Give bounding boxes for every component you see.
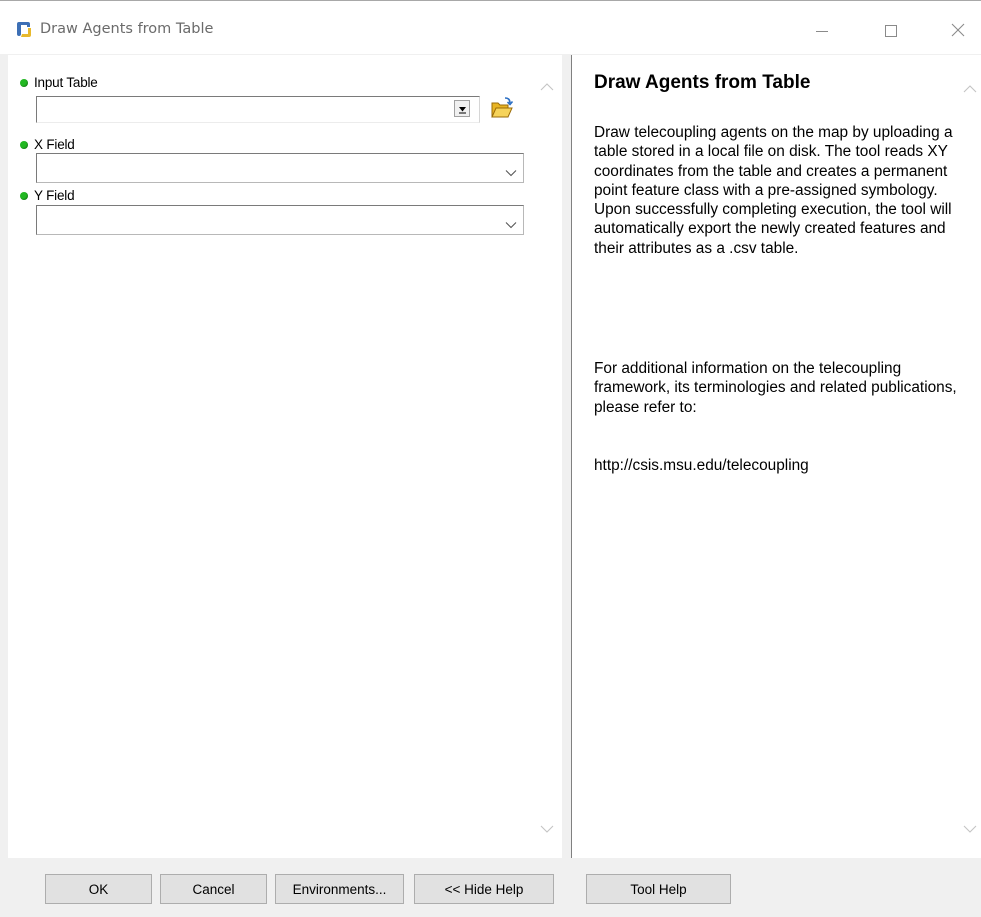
chevron-down-icon: [540, 819, 554, 838]
ok-button[interactable]: OK: [45, 874, 152, 904]
tool-dialog-window: Draw Agents from Table Input Table X Fie…: [0, 0, 981, 917]
required-parameter-dot-icon: [20, 140, 28, 149]
param-label-text: Input Table: [34, 75, 98, 90]
chevron-up-icon: [540, 76, 554, 95]
input-table-field[interactable]: [36, 96, 480, 123]
pane-splitter[interactable]: [562, 55, 571, 858]
input-table-dropdown-button[interactable]: [454, 100, 470, 117]
window-title: Draw Agents from Table: [40, 21, 214, 37]
help-description-paragraph: Draw telecoupling agents on the map by u…: [594, 124, 953, 257]
help-reference-paragraph: For additional information on the teleco…: [594, 360, 957, 416]
param-x-field-label: X Field: [20, 137, 75, 152]
cancel-button[interactable]: Cancel: [160, 874, 267, 904]
x-field-combobox[interactable]: [36, 153, 524, 183]
param-input-table-label: Input Table: [20, 75, 98, 90]
chevron-down-icon: [963, 819, 977, 838]
dropdown-arrow-icon: [458, 99, 467, 118]
scroll-up-button[interactable]: [539, 77, 555, 93]
minimize-icon: [816, 22, 828, 41]
help-pane[interactable]: Draw Agents from Table Draw telecoupling…: [571, 55, 981, 858]
parameters-pane[interactable]: Input Table X Field Y Field: [8, 55, 562, 858]
y-field-combobox[interactable]: [36, 205, 524, 235]
close-button[interactable]: [935, 8, 981, 54]
required-parameter-dot-icon: [20, 78, 28, 87]
open-folder-icon: [490, 97, 514, 123]
help-title: Draw Agents from Table: [594, 72, 811, 93]
required-parameter-dot-icon: [20, 191, 28, 200]
chevron-down-icon[interactable]: [505, 214, 517, 233]
param-label-text: X Field: [34, 137, 75, 152]
browse-folder-button[interactable]: [487, 95, 517, 125]
scroll-down-button[interactable]: [539, 820, 555, 836]
window-top-edge: [0, 0, 981, 8]
tool-help-button[interactable]: Tool Help: [586, 874, 731, 904]
title-bar[interactable]: Draw Agents from Table: [0, 8, 981, 54]
param-label-text: Y Field: [34, 188, 75, 203]
chevron-up-icon: [963, 78, 977, 97]
help-url-link[interactable]: http://csis.msu.edu/telecoupling: [594, 456, 964, 475]
close-icon: [951, 22, 965, 41]
help-scroll-down-button[interactable]: [962, 820, 978, 836]
maximize-button[interactable]: [868, 8, 914, 54]
minimize-button[interactable]: [799, 8, 845, 54]
python-script-icon: [14, 20, 34, 40]
param-y-field-label: Y Field: [20, 188, 75, 203]
hide-help-button[interactable]: << Hide Help: [414, 874, 554, 904]
dialog-button-bar: OK Cancel Environments... << Hide Help T…: [0, 858, 981, 917]
environments-button[interactable]: Environments...: [275, 874, 404, 904]
chevron-down-icon[interactable]: [505, 162, 517, 181]
help-scroll-up-button[interactable]: [962, 79, 978, 95]
maximize-icon: [885, 22, 897, 41]
